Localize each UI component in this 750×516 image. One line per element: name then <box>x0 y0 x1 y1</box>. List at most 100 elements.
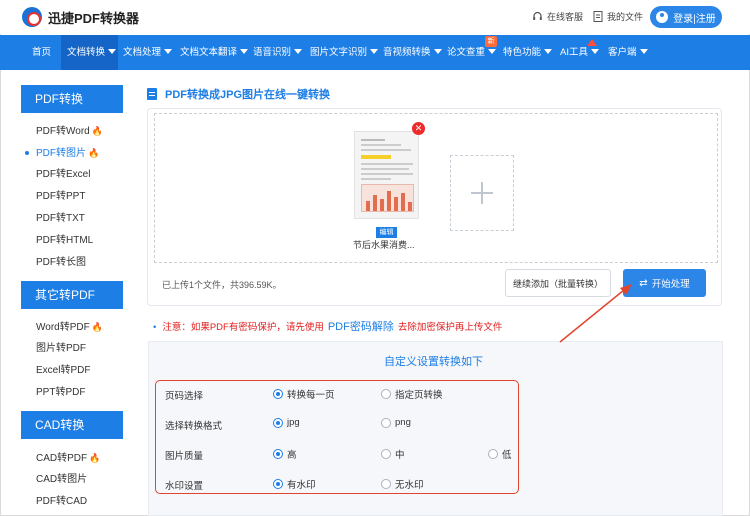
sidebar-item-pdf-to-long-image[interactable]: PDF转长图 <box>36 256 86 270</box>
edit-button[interactable]: 编辑 <box>376 227 397 238</box>
radio-quality-low[interactable]: 低 <box>488 447 512 461</box>
radio-quality-medium[interactable]: 中 <box>381 447 405 461</box>
sidebar-item-pdf-to-html[interactable]: PDF转HTML <box>36 234 93 248</box>
sidebar-item-image-to-pdf[interactable]: 图片转PDF <box>36 342 86 356</box>
sidebar-item-pdf-to-excel[interactable]: PDF转Excel <box>36 168 90 182</box>
note-suffix: 去除加密保护再上传文件 <box>397 322 503 333</box>
chevron-down-icon <box>294 49 303 54</box>
chevron-down-icon <box>433 49 442 54</box>
radio-watermark-on[interactable]: 有水印 <box>273 477 316 491</box>
radio-label: 有水印 <box>287 480 316 491</box>
continue-add-button[interactable]: 继续添加（批量转换） <box>505 269 611 297</box>
nav-item-label: 特色功能 <box>503 47 542 58</box>
nav-item-speech-recognition[interactable]: 语音识别 <box>253 35 303 70</box>
radio-label: 高 <box>287 450 297 461</box>
online-service-link[interactable]: 在线客服 <box>532 10 583 23</box>
nav-item-label: 文档转换 <box>67 47 106 58</box>
radio-convert-every-page[interactable]: 转换每一页 <box>273 387 335 401</box>
sidebar-item-excel-to-pdf[interactable]: Excel转PDF <box>36 364 90 378</box>
note-bullet: • <box>153 322 157 333</box>
active-dot <box>25 151 29 155</box>
nav-item-label: 文档处理 <box>123 47 162 58</box>
chevron-down-icon <box>240 49 249 54</box>
login-register-button[interactable]: 登录|注册 <box>650 6 722 28</box>
document-icon <box>147 88 157 100</box>
sidebar-item-word-to-pdf[interactable]: Word转PDF 🔥 <box>36 320 103 335</box>
sidebar-item-label: CAD转PDF <box>36 453 88 464</box>
sidebar-item-pdf-to-word[interactable]: PDF转Word 🔥 <box>36 124 103 139</box>
note-prefix: 注意：如果PDF有密码保护，请先使用 <box>162 322 324 333</box>
arrow-up-icon <box>587 39 597 46</box>
page-title: PDF转换成JPG图片在线一键转换 <box>147 86 330 102</box>
radio-label: jpg <box>287 417 300 428</box>
add-file-button[interactable] <box>450 155 514 231</box>
chevron-down-icon <box>639 49 648 54</box>
plus-icon <box>471 182 493 204</box>
file-thumbnail[interactable] <box>354 131 419 219</box>
radio-label: png <box>395 417 411 428</box>
file-name: 节后水果消费... <box>353 240 415 250</box>
chevron-down-icon <box>370 49 379 54</box>
sidebar-item-pdf-to-image[interactable]: PDF转图片 🔥 <box>36 146 99 161</box>
logo-text: 迅捷PDF转换器 <box>48 10 140 26</box>
sidebar-item-cad-to-image[interactable]: CAD转图片 <box>36 473 87 487</box>
upload-status: 已上传1个文件，共396.59K。 <box>162 280 282 290</box>
nav-item-home[interactable]: 首页 <box>32 35 51 70</box>
swap-icon: ⇄ <box>639 277 648 289</box>
fire-icon: 🔥 <box>88 148 100 158</box>
chevron-down-icon <box>108 49 117 54</box>
nav-item-doc-process[interactable]: 文档处理 <box>123 35 173 70</box>
file-drop-zone[interactable] <box>154 113 718 263</box>
nav-item-doc-translate[interactable]: 文档文本翻译 <box>180 35 249 70</box>
sidebar-group-cad-convert[interactable]: CAD转换 <box>21 411 123 439</box>
sidebar-group-other-to-pdf[interactable]: 其它转PDF <box>21 281 123 309</box>
quality-label: 图片质量 <box>165 451 204 462</box>
nav-item-label: 音视频转换 <box>383 47 431 58</box>
nav-item-label: 文档文本翻译 <box>180 47 238 58</box>
start-process-button[interactable]: ⇄ 开始处理 <box>623 269 706 297</box>
top-header: 迅捷PDF转换器 在线客服 我的文件 登录|注册 <box>0 0 750 34</box>
page-title-text: PDF转换成JPG图片在线一键转换 <box>165 89 331 101</box>
logo[interactable]: 迅捷PDF转换器 <box>22 7 139 27</box>
format-select-label: 选择转换格式 <box>165 421 223 432</box>
fire-icon: 🔥 <box>91 322 103 332</box>
my-files-link[interactable]: 我的文件 <box>592 10 643 23</box>
sidebar-item-pdf-to-cad[interactable]: PDF转CAD <box>36 495 87 509</box>
nav-item-av-convert[interactable]: 音视频转换 <box>383 35 442 70</box>
sidebar-group-pdf-convert[interactable]: PDF转换 <box>21 85 123 113</box>
headset-icon <box>532 11 543 22</box>
radio-quality-high[interactable]: 高 <box>273 447 297 461</box>
close-icon[interactable]: ✕ <box>412 122 425 135</box>
nav-item-label: 语音识别 <box>253 47 292 58</box>
pdf-password-remove-link[interactable]: PDF密码解除 <box>328 318 394 334</box>
nav-item-label: 首页 <box>32 47 52 58</box>
start-process-label: 开始处理 <box>651 279 690 290</box>
sidebar-item-label: PDF转Word <box>36 126 90 137</box>
radio-format-jpg[interactable]: jpg <box>273 417 300 428</box>
settings-title: 自定义设置转换如下 <box>384 356 483 368</box>
radio-watermark-off[interactable]: 无水印 <box>381 477 424 491</box>
radio-label: 无水印 <box>395 480 424 491</box>
nav-item-doc-convert[interactable]: 文档转换 <box>61 35 118 70</box>
radio-specify-pages[interactable]: 指定页转换 <box>381 387 443 401</box>
sidebar-item-cad-to-pdf[interactable]: CAD转PDF 🔥 <box>36 451 100 466</box>
sidebar-item-pdf-to-ppt[interactable]: PDF转PPT <box>36 190 85 204</box>
logo-icon <box>22 7 42 27</box>
nav-item-client[interactable]: 客户端 <box>608 35 648 70</box>
main-nav: 首页 文档转换 文档处理 文档文本翻译 语音识别 图片文字识别 音视频转换 论文… <box>0 35 750 70</box>
sidebar-item-label: Word转PDF <box>36 322 90 333</box>
nav-item-image-ocr[interactable]: 图片文字识别 <box>310 35 379 70</box>
chevron-down-icon <box>544 49 553 54</box>
radio-label: 低 <box>502 450 512 461</box>
nav-item-features[interactable]: 特色功能 <box>503 35 553 70</box>
sidebar-item-pdf-to-txt[interactable]: PDF转TXT <box>36 212 85 226</box>
settings-highlight-box <box>155 380 519 494</box>
radio-format-png[interactable]: png <box>381 417 411 428</box>
user-icon <box>656 11 669 23</box>
page-select-label: 页码选择 <box>165 391 204 402</box>
online-service-label: 在线客服 <box>547 12 584 22</box>
sidebar-item-ppt-to-pdf[interactable]: PPT转PDF <box>36 386 85 400</box>
nav-item-label: 图片文字识别 <box>310 47 368 58</box>
radio-label: 中 <box>395 450 405 461</box>
radio-label: 转换每一页 <box>287 390 335 401</box>
